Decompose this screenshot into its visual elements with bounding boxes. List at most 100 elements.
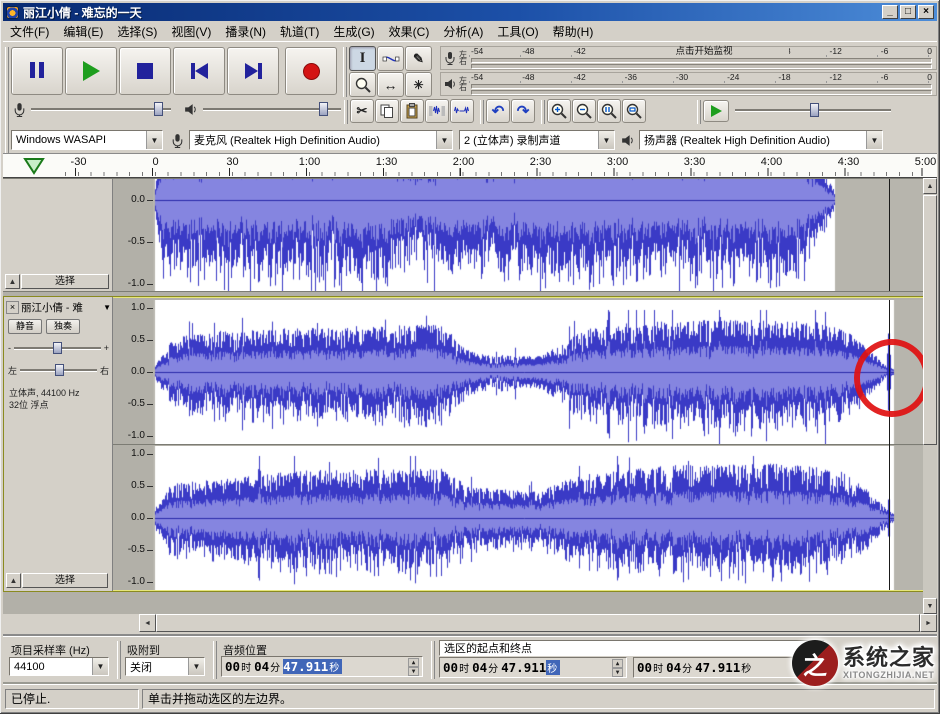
selection-tool-button[interactable]: I: [349, 46, 376, 71]
menu-item[interactable]: 帮助(H): [546, 21, 601, 42]
menu-item[interactable]: 编辑(E): [56, 21, 110, 42]
track2-lower-vertical-ruler[interactable]: 1.00.50.0-0.5-1.0: [113, 446, 153, 590]
time-seconds[interactable]: 47.911: [283, 659, 328, 674]
draw-tool-button[interactable]: ✎: [405, 46, 432, 71]
scroll-right-button[interactable]: ►: [920, 614, 937, 632]
track2-menu-arrow-icon[interactable]: ▼: [103, 303, 111, 312]
dropdown-arrow-icon[interactable]: ▼: [598, 131, 614, 149]
time-minutes[interactable]: 04: [254, 659, 269, 674]
playback-speed-slider[interactable]: [735, 100, 891, 120]
edit-toolbar-grip[interactable]: [344, 100, 348, 124]
selection-range-dropdown[interactable]: 选区的起点和终点 ▼: [439, 640, 825, 656]
project-rate-select[interactable]: 44100 ▼: [9, 657, 109, 676]
silence-audio-button[interactable]: [450, 99, 474, 123]
trim-audio-button[interactable]: [425, 99, 449, 123]
recording-channels-select[interactable]: 2 (立体声) 录制声道 ▼: [459, 130, 615, 150]
maximize-button[interactable]: □: [900, 5, 916, 19]
toolbar-grip[interactable]: [5, 47, 9, 139]
menu-item[interactable]: 分析(A): [436, 21, 490, 42]
track2-gain-thumb[interactable]: [53, 342, 62, 354]
playback-speed-thumb[interactable]: [810, 103, 819, 117]
track2-solo-button[interactable]: 独奏: [46, 319, 80, 334]
snap-to-select[interactable]: 关闭 ▼: [125, 657, 205, 676]
menu-item[interactable]: 视图(V): [164, 21, 218, 42]
skip-to-end-button[interactable]: [227, 47, 279, 95]
track2-pan-slider[interactable]: [20, 364, 97, 376]
track2-mute-button[interactable]: 静音: [8, 319, 42, 334]
recording-meter[interactable]: 左右 -54-48-42-36-30-24-18-12-60 点击开始监视: [440, 46, 937, 70]
track1-vertical-ruler[interactable]: 0.0-0.5-1.0: [113, 179, 153, 291]
track2-control-panel[interactable]: × 丽江小倩 - 难 ▼ 静音 独奏 - + 左 右 立: [4, 297, 113, 591]
scroll-left-button[interactable]: ◄: [139, 614, 156, 632]
time-minutes[interactable]: 04: [472, 660, 487, 675]
track2-close-button[interactable]: ×: [6, 301, 19, 314]
dropdown-arrow-icon[interactable]: ▼: [866, 131, 882, 149]
playback-meter[interactable]: 左右 -54-48-42-36-30-24-18-12-60: [440, 72, 937, 96]
vertical-scroll-thumb[interactable]: [923, 195, 937, 445]
playback-volume-slider[interactable]: [203, 99, 341, 119]
time-hours[interactable]: 00: [225, 659, 240, 674]
time-seconds[interactable]: 47.911: [695, 660, 740, 675]
time-hours[interactable]: 00: [443, 660, 458, 675]
audio-position-display[interactable]: 00时 04分 47.911秒 ▲▼: [221, 656, 423, 677]
time-hours[interactable]: 00: [637, 660, 652, 675]
menu-item[interactable]: 效果(C): [382, 21, 437, 42]
time-seconds[interactable]: 47.911: [501, 660, 546, 675]
track2-left-channel-waveform[interactable]: [153, 300, 929, 444]
horizontal-scrollbar[interactable]: ◄ ►: [3, 614, 937, 632]
stop-button[interactable]: [119, 47, 171, 95]
scroll-up-button[interactable]: ▲: [923, 178, 937, 194]
dropdown-arrow-icon[interactable]: ▼: [188, 658, 204, 675]
recording-volume-thumb[interactable]: [154, 102, 163, 116]
mixer-toolbar-grip[interactable]: [5, 100, 9, 122]
multi-tool-button[interactable]: ✳: [405, 72, 432, 97]
record-button[interactable]: [285, 47, 337, 95]
spin-up-icon[interactable]: ▲: [612, 659, 623, 668]
audio-host-select[interactable]: Windows WASAPI ▼: [11, 130, 163, 150]
selection-start-display[interactable]: 00时 04分 47.911秒 ▲▼: [439, 657, 627, 678]
skip-to-start-button[interactable]: [173, 47, 225, 95]
play-at-speed-button[interactable]: [703, 100, 729, 122]
time-spinner[interactable]: ▲▼: [612, 659, 623, 677]
close-button[interactable]: ×: [918, 5, 934, 19]
track1-select-button[interactable]: 选择: [21, 274, 109, 289]
menu-item[interactable]: 生成(G): [326, 21, 381, 42]
track2-upper-vertical-ruler[interactable]: 1.00.50.0-0.5-1.0: [113, 300, 153, 444]
track2-collapse-button[interactable]: ▲: [6, 573, 21, 588]
track2-title[interactable]: 丽江小倩 - 难: [19, 300, 103, 315]
dropdown-arrow-icon[interactable]: ▼: [146, 131, 162, 149]
redo-button[interactable]: ↷: [511, 99, 535, 123]
spin-down-icon[interactable]: ▼: [612, 668, 623, 677]
dropdown-arrow-icon[interactable]: ▼: [436, 131, 452, 149]
scroll-down-button[interactable]: ▼: [923, 598, 937, 614]
timeshift-tool-button[interactable]: ↔: [377, 72, 404, 97]
time-spinner[interactable]: ▲▼: [408, 658, 419, 676]
spin-down-icon[interactable]: ▼: [408, 667, 419, 676]
track2-select-button[interactable]: 选择: [22, 573, 108, 588]
copy-button[interactable]: [375, 99, 399, 123]
menu-item[interactable]: 文件(F): [3, 21, 56, 42]
track1-control-panel[interactable]: ▲ 选择: [3, 179, 113, 291]
envelope-tool-button[interactable]: [377, 46, 404, 71]
horizontal-scroll-thumb[interactable]: [156, 614, 920, 632]
monitoring-hint[interactable]: 点击开始监视: [619, 47, 789, 57]
track2-gain-slider[interactable]: [14, 342, 101, 354]
undo-button[interactable]: ↶: [486, 99, 510, 123]
zoom-fit-button[interactable]: [622, 99, 646, 123]
dropdown-arrow-icon[interactable]: ▼: [92, 658, 108, 675]
minimize-button[interactable]: _: [882, 5, 898, 19]
playback-volume-thumb[interactable]: [319, 102, 328, 116]
zoom-tool-button[interactable]: [349, 72, 376, 97]
menu-item[interactable]: 轨道(T): [273, 21, 326, 42]
playback-device-select[interactable]: 扬声器 (Realtek High Definition Audio) ▼: [639, 130, 883, 150]
track1-waveform[interactable]: [153, 179, 929, 291]
cut-button[interactable]: ✂: [350, 99, 374, 123]
zoom-in-button[interactable]: [547, 99, 571, 123]
track2-pan-thumb[interactable]: [55, 364, 64, 376]
recording-device-select[interactable]: 麦克风 (Realtek High Definition Audio) ▼: [189, 130, 453, 150]
pause-button[interactable]: [11, 47, 63, 95]
recording-volume-slider[interactable]: [31, 99, 171, 119]
track2-right-channel-waveform[interactable]: [153, 446, 929, 590]
play-button[interactable]: [65, 47, 117, 95]
zoom-selection-button[interactable]: [597, 99, 621, 123]
